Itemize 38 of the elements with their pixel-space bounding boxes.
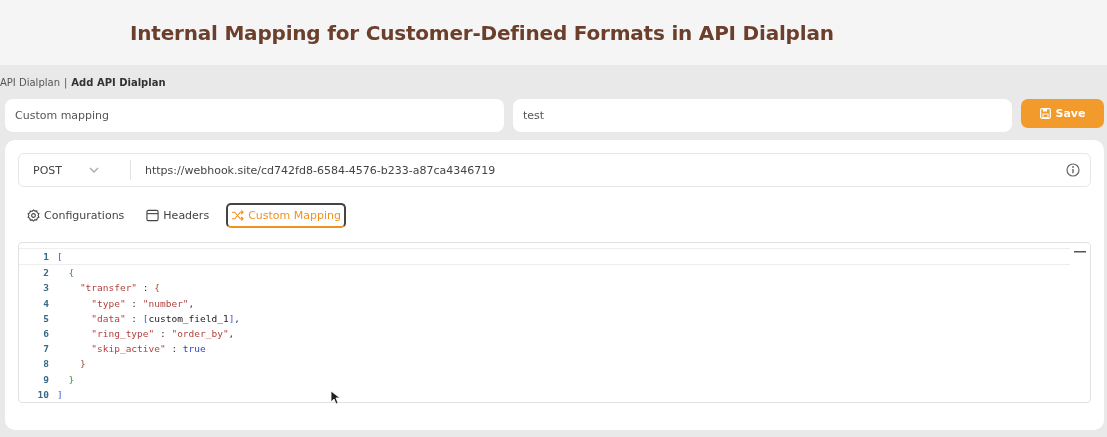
code-line: { — [67, 267, 75, 279]
line-number: 5 — [42, 312, 50, 324]
gear-icon — [27, 208, 40, 222]
save-icon — [1039, 108, 1051, 119]
info-icon[interactable] — [1066, 163, 1080, 177]
line-number: 7 — [42, 343, 50, 355]
mouse-cursor-icon — [330, 390, 340, 405]
line-number: 1 — [42, 251, 50, 263]
tab[interactable]: Configurations — [22, 202, 130, 228]
code-line: "data" : [custom_field_1], — [90, 312, 241, 324]
code-line: [ — [57, 251, 63, 263]
text-field[interactable]: Custom mapping — [5, 99, 504, 132]
line-number: 8 — [42, 358, 50, 370]
minimize-icon[interactable] — [1074, 251, 1086, 253]
code-line: "transfer" : { — [78, 282, 160, 294]
code-line: } — [78, 358, 86, 370]
code-line: "ring_type" : "order_by", — [90, 328, 235, 340]
line-number: 10 — [36, 388, 50, 400]
line-number: 3 — [42, 282, 50, 294]
line-number: 2 — [42, 267, 50, 279]
breadcrumb-separator: | — [64, 76, 68, 88]
code-line: ] — [57, 388, 63, 400]
code-editor[interactable]: 1 [ 2 { 3 "transfer" : { 4 "type" : "number", 5 "data" : [custom_field_1], 6 "ring_type" : "order_by", 7 "skip_active" : true 8 } 9 } 10 ] — [18, 242, 1091, 403]
line-number: 9 — [42, 373, 50, 385]
chevron-icon — [88, 166, 100, 174]
breadcrumb-current: Add API Dialplan — [71, 76, 166, 88]
page-title: Internal Mapping for Customer-Defined Formats in API Dialplan — [130, 20, 834, 45]
code-line: "skip_active" : true — [90, 343, 206, 355]
window-icon — [146, 208, 160, 222]
code-line: } — [67, 373, 75, 385]
url-field[interactable]: POST https://webhook.site/cd742fd8-6584-4576-b233-a87ca4346719 — [18, 153, 1091, 187]
code-line: "type" : "number", — [90, 297, 195, 309]
breadcrumb-link[interactable]: API Dialplan — [0, 76, 60, 88]
line-number: 6 — [42, 328, 50, 340]
text-field[interactable]: test — [513, 99, 1012, 132]
shuffle-icon — [231, 208, 245, 222]
line-number: 4 — [42, 297, 50, 309]
tab[interactable]: Headers — [141, 202, 215, 228]
